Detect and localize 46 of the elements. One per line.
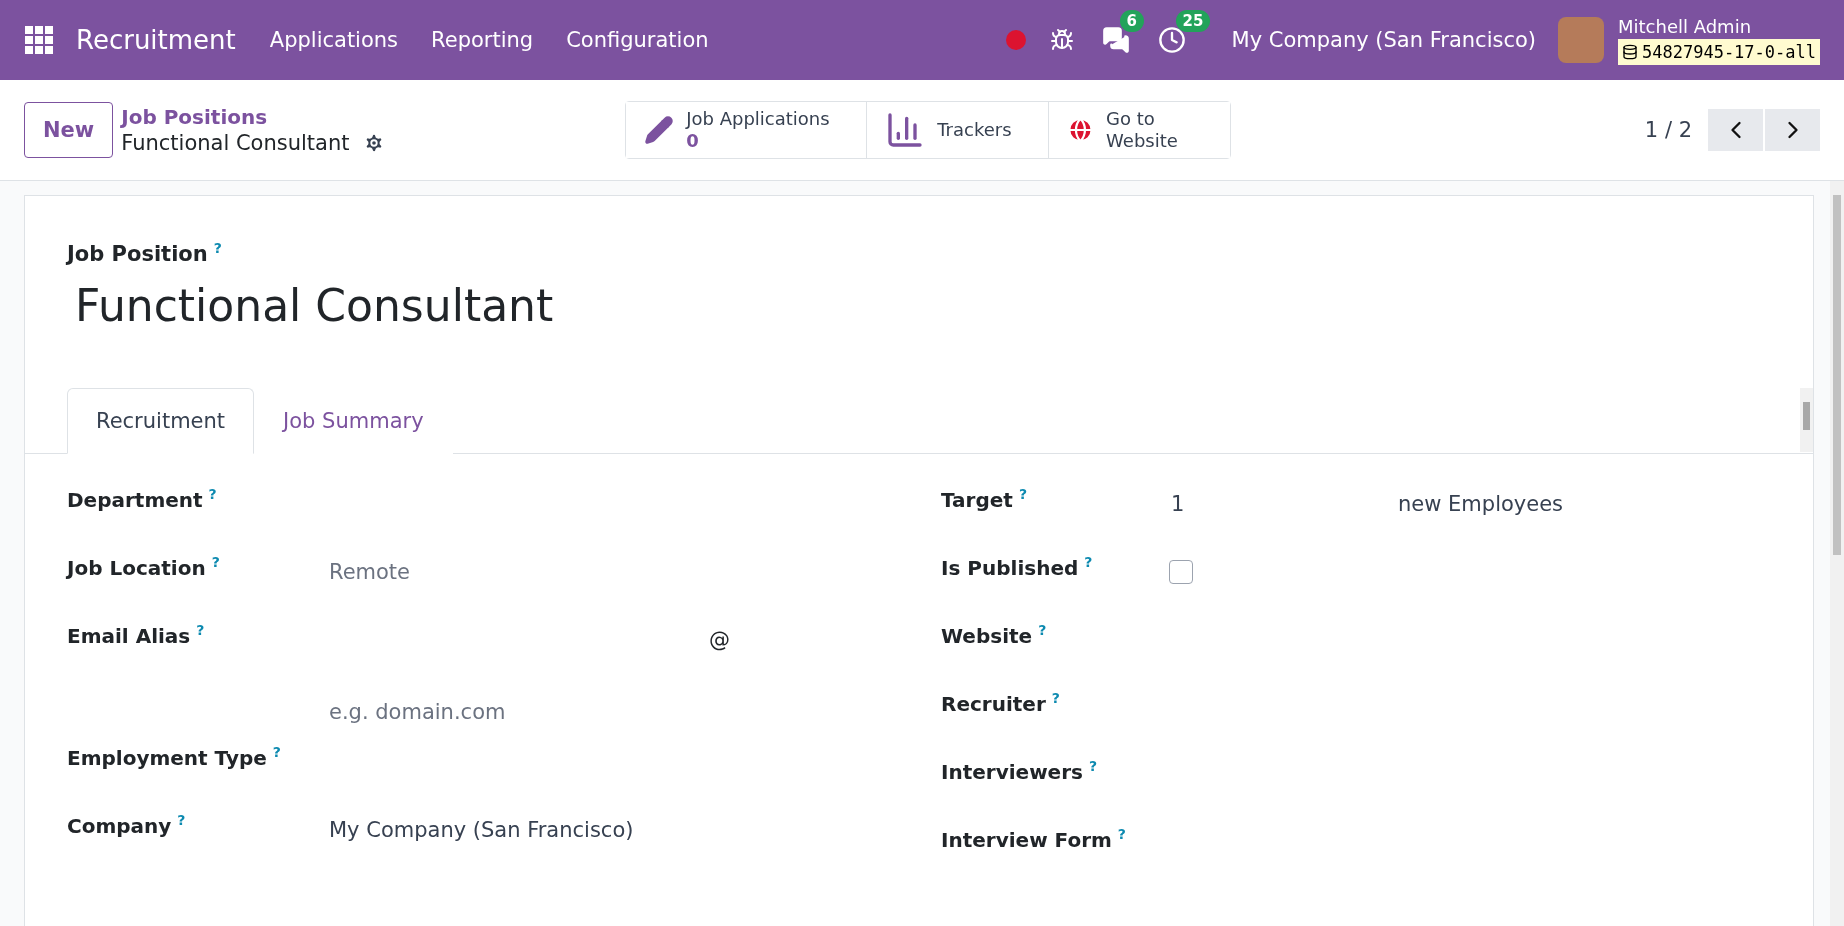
stat-button[interactable]: Go to Website <box>1048 102 1231 158</box>
checkbox[interactable] <box>1169 560 1193 584</box>
message-count-badge: 6 <box>1119 10 1144 32</box>
field-label: Email Alias $^{?}$ <box>67 622 206 648</box>
field-label: Company $^{?}$ <box>67 812 187 838</box>
target-unit: new Employees <box>1398 492 1564 516</box>
breadcrumb-link[interactable]: Job Positions <box>121 105 602 129</box>
tab[interactable]: Recruitment <box>67 388 255 454</box>
scrollbar[interactable] <box>1800 388 1813 452</box>
bug-icon[interactable] <box>1049 28 1074 52</box>
field-label: Recruiter $^{?}$ <box>941 690 1061 716</box>
database-label: 54827945-17-0-all <box>1618 38 1820 65</box>
menu-item[interactable]: Configuration <box>566 28 709 52</box>
user-name[interactable]: Mitchell Admin <box>1618 15 1820 37</box>
field-label: Is Published $^{?}$ <box>941 554 1094 580</box>
next-button[interactable] <box>1765 109 1820 151</box>
field-label: Job Position $^{?}$ <box>67 242 222 266</box>
app-name[interactable]: Recruitment <box>76 25 236 55</box>
record-name: Functional Consultant <box>121 131 350 155</box>
field-label: Interview Form $^{?}$ <box>941 826 1127 852</box>
menu-item[interactable]: Reporting <box>431 28 534 52</box>
menu-item[interactable]: Applications <box>269 28 399 52</box>
field-value[interactable]: My Company (San Francisco) <box>329 818 634 842</box>
field-label: Website $^{?}$ <box>941 622 1048 648</box>
field-label: Department $^{?}$ <box>67 486 218 512</box>
field-label: Job Location $^{?}$ <box>67 554 221 580</box>
apps-grid-icon[interactable] <box>24 25 54 55</box>
activity-count-badge: 25 <box>1175 10 1211 32</box>
chat-icon[interactable] <box>1101 26 1130 54</box>
company-switcher[interactable]: My Company (San Francisco) <box>1231 28 1536 52</box>
field-label: Target $^{?}$ <box>941 486 1028 512</box>
target-field[interactable]: 1 <box>1163 492 1398 516</box>
new-button[interactable]: New <box>24 102 114 158</box>
database-icon <box>1622 43 1638 60</box>
pager-value[interactable]: 1 / 2 <box>1644 118 1692 142</box>
page-scrollbar[interactable] <box>1830 181 1844 926</box>
field-label: Interviewers $^{?}$ <box>941 758 1099 784</box>
previous-button[interactable] <box>1708 109 1763 151</box>
input-field[interactable]: Remote <box>329 560 411 584</box>
field-label: Employment Type $^{?}$ <box>67 744 282 770</box>
clock-icon[interactable] <box>1157 26 1186 54</box>
at-sign: @ <box>709 628 731 652</box>
recording-dot-icon[interactable] <box>1005 30 1026 50</box>
domain-field[interactable]: e.g. domain.com <box>329 700 941 724</box>
pencil-icon <box>644 115 675 145</box>
job-title[interactable]: Functional Consultant <box>75 280 1813 388</box>
